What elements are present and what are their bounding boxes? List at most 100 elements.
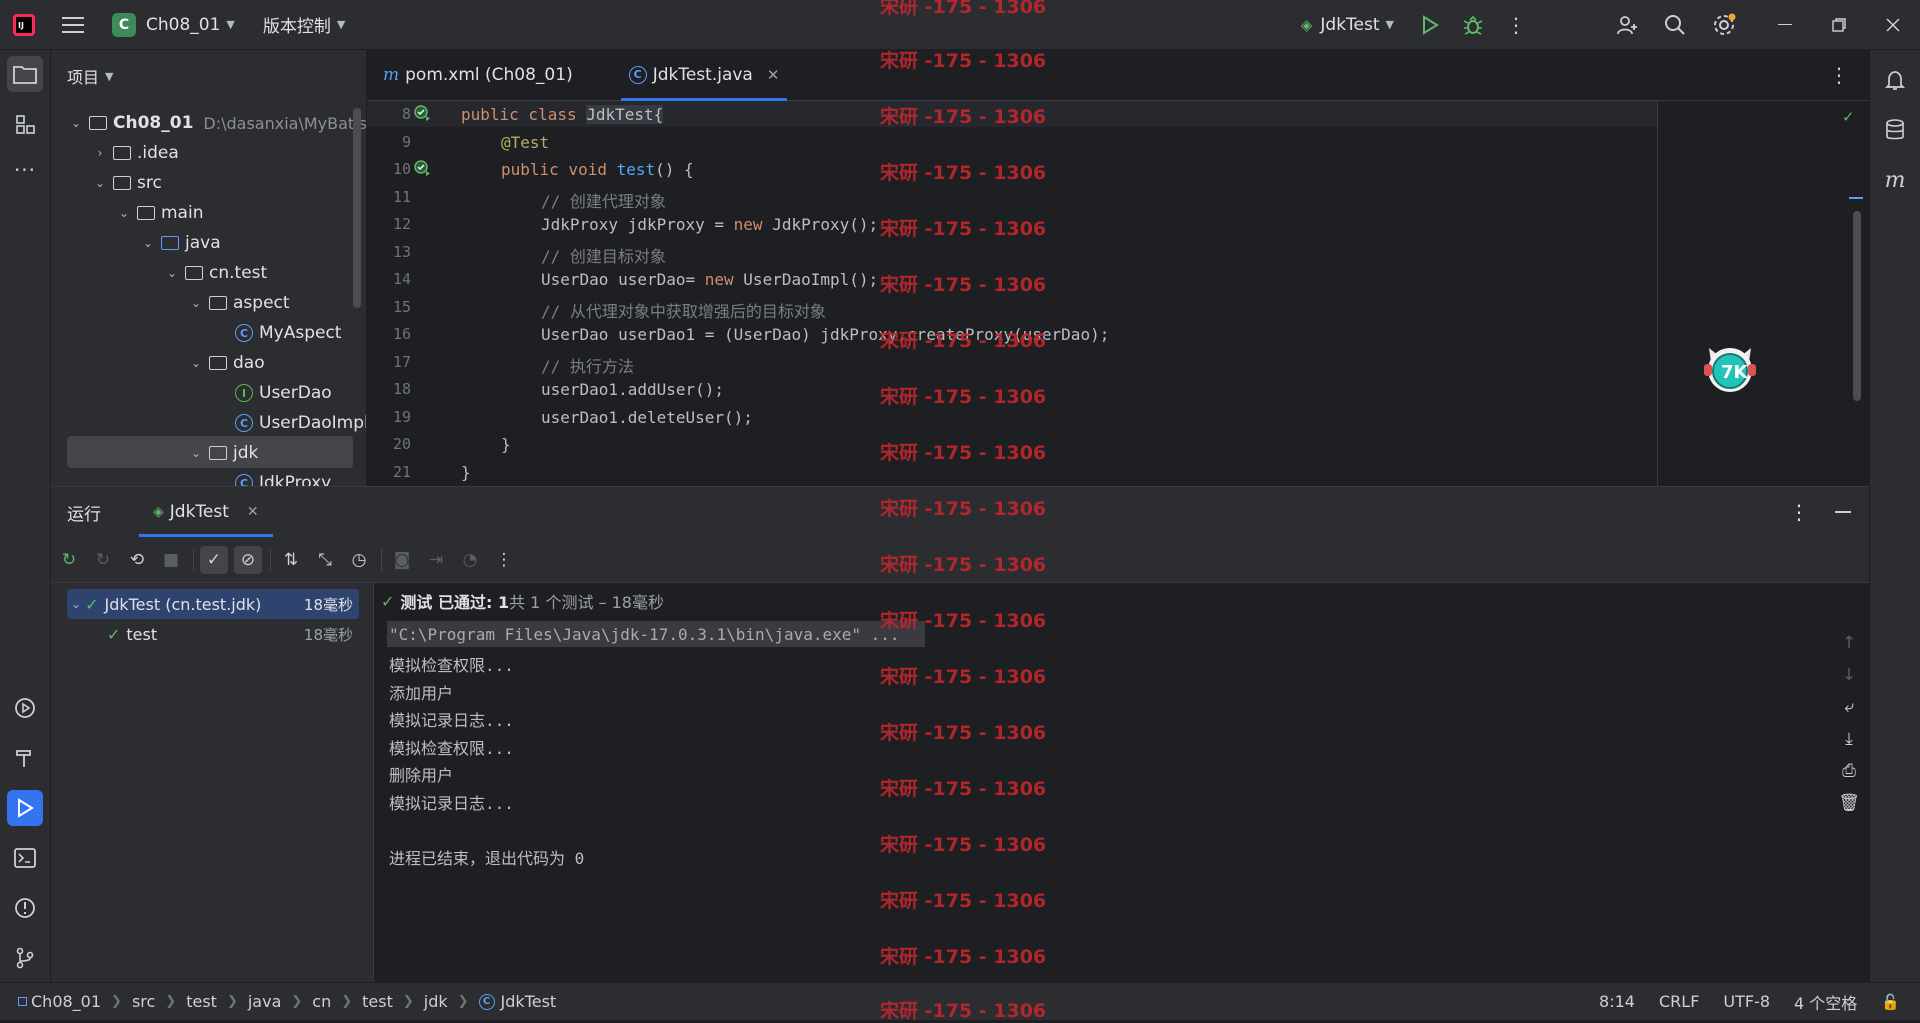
more-options-icon[interactable]: ⋮	[1789, 500, 1809, 524]
test-row-method[interactable]: ✓ test 18毫秒	[67, 619, 359, 649]
scroll-down-icon[interactable]: ↓	[1842, 665, 1856, 685]
add-user-icon[interactable]	[1616, 0, 1638, 49]
camera-icon[interactable]: ◙	[388, 546, 416, 574]
class-icon: C	[235, 414, 253, 432]
search-icon[interactable]	[1664, 0, 1686, 49]
tab-run-jdktest[interactable]: ◈ JdkTest ✕	[139, 487, 273, 537]
test-row-class[interactable]: ⌄ ✓ JdkTest (cn.test.jdk) 18毫秒	[67, 589, 359, 619]
tab-pom-xml[interactable]: m pom.xml (Ch08_01)	[367, 49, 589, 100]
editor-scrollbar[interactable]	[1853, 211, 1861, 401]
run-test-gutter-icon[interactable]	[413, 159, 431, 181]
file-encoding[interactable]: UTF-8	[1723, 992, 1770, 1011]
app-logo-icon[interactable]: IJ	[12, 0, 36, 49]
database-tool-icon[interactable]	[1877, 112, 1913, 148]
run-button[interactable]	[1420, 0, 1440, 49]
chevron-right-icon: ❯	[111, 994, 122, 1009]
code-line-21: }	[461, 463, 471, 482]
tree-item-cn-test[interactable]: ⌄ cn.test	[163, 258, 267, 288]
restore-window-icon[interactable]	[1832, 0, 1846, 49]
tree-item-jdk[interactable]: ⌄ jdk	[187, 438, 258, 468]
chevron-right-icon: ❯	[291, 994, 303, 1009]
breadcrumb-item[interactable]: java	[248, 992, 282, 1011]
more-toolbar-icon[interactable]: ⋮	[490, 546, 518, 574]
scroll-up-icon[interactable]: ↑	[1842, 633, 1856, 653]
notifications-bell-icon[interactable]	[1877, 62, 1913, 98]
vcs-selector[interactable]: 版本控制 ▼	[263, 0, 345, 49]
tree-item-jdkproxy[interactable]: C JdkProxy	[235, 468, 331, 486]
tabs-more-icon[interactable]: ⋮	[1829, 49, 1869, 100]
rerun-icon[interactable]: ↻	[55, 546, 83, 574]
show-ignored-icon[interactable]: ⊘	[234, 545, 262, 574]
maven-tool-icon[interactable]: m	[1877, 162, 1913, 198]
breadcrumb-item[interactable]: src	[132, 992, 155, 1011]
build-hammer-icon[interactable]	[7, 740, 43, 776]
minimize-window-icon[interactable]	[1778, 0, 1792, 49]
tree-item-myaspect[interactable]: C MyAspect	[235, 318, 341, 348]
console-line: 进程已结束，退出代码为 0	[389, 849, 585, 868]
tree-item-aspect[interactable]: ⌄ aspect	[187, 288, 290, 318]
close-tab-icon[interactable]: ✕	[247, 504, 259, 520]
breadcrumb-item[interactable]: jdk	[424, 992, 448, 1011]
close-tab-icon[interactable]: ✕	[767, 66, 780, 84]
tree-item-userdaoimpl[interactable]: C UserDaoImpl	[235, 408, 366, 438]
tree-item-dao[interactable]: ⌄ dao	[187, 348, 265, 378]
breadcrumb-item[interactable]: cn	[312, 992, 331, 1011]
tree-item-idea[interactable]: › .idea	[91, 138, 179, 168]
clear-trash-icon[interactable]: 🗑	[1838, 793, 1860, 813]
run-config-selector[interactable]: ◈ JdkTest ▼	[1301, 0, 1394, 49]
more-tools-icon[interactable]: ···	[7, 152, 43, 188]
structure-tool-icon[interactable]	[7, 106, 43, 142]
project-panel-header[interactable]: 项目 ▼	[51, 50, 366, 102]
git-tool-icon[interactable]	[7, 940, 43, 976]
tree-item-java[interactable]: ⌄ java	[139, 228, 221, 258]
chevron-down-icon: ⌄	[118, 206, 130, 220]
services-tool-icon[interactable]	[7, 690, 43, 726]
more-actions-icon[interactable]: ⋮	[1506, 0, 1526, 49]
rerun-failed-icon[interactable]: ↻	[89, 546, 117, 574]
line-number: 9	[401, 133, 411, 151]
tree-item-src[interactable]: ⌄ src	[91, 168, 162, 198]
line-number: 21	[392, 463, 411, 481]
code-editor[interactable]: 8 9 10 11 12 13 14 15 16 17 18 19 20 21 …	[367, 101, 1869, 486]
terminal-tool-icon[interactable]	[7, 840, 43, 876]
sort-icon[interactable]: ⇅	[277, 546, 305, 574]
print-icon[interactable]: ⎙	[1842, 761, 1856, 781]
run-test-gutter-icon[interactable]	[413, 104, 431, 126]
tree-scrollbar[interactable]	[353, 108, 361, 308]
tree-item-root[interactable]: ⌄ Ch08_01 D:\dasanxia\MyBatis\	[67, 108, 366, 138]
read-only-toggle-icon[interactable]: 🔓	[1881, 993, 1900, 1011]
collapse-all-icon[interactable]: ⤡	[311, 546, 339, 574]
close-window-icon[interactable]	[1886, 0, 1900, 49]
console-line: 删除用户	[389, 766, 454, 785]
breadcrumb-item[interactable]: test	[186, 992, 217, 1011]
problems-tool-icon[interactable]	[7, 890, 43, 926]
breadcrumb-item[interactable]: test	[362, 992, 393, 1011]
main-menu-icon[interactable]	[62, 0, 84, 49]
run-tool-icon[interactable]	[7, 790, 43, 826]
project-tool-icon[interactable]	[7, 56, 43, 92]
line-separator[interactable]: CRLF	[1659, 992, 1699, 1011]
debug-button[interactable]	[1462, 0, 1484, 49]
tree-item-userdao[interactable]: I UserDao	[235, 378, 332, 408]
settings-gear-icon[interactable]	[1712, 0, 1736, 49]
scroll-to-end-icon[interactable]: ⤓	[1845, 729, 1853, 749]
mascot-cat-icon[interactable]: 7K	[1701, 338, 1759, 396]
tree-item-main[interactable]: ⌄ main	[115, 198, 204, 228]
breadcrumb-item[interactable]: JdkTest	[501, 992, 557, 1011]
project-selector[interactable]: C Ch08_01 ▼	[112, 0, 235, 49]
soft-wrap-icon[interactable]: ⤶	[1844, 697, 1854, 717]
import-tests-icon[interactable]: ⇥	[422, 546, 450, 574]
breadcrumb-item[interactable]: Ch08_01	[31, 992, 101, 1011]
toggle-auto-test-icon[interactable]: ⟲	[123, 546, 151, 574]
inspection-ok-icon[interactable]: ✓	[1843, 107, 1853, 127]
cursor-position[interactable]: 8:14	[1599, 992, 1635, 1011]
hide-panel-icon[interactable]	[1835, 511, 1851, 513]
stop-icon[interactable]: ■	[157, 546, 185, 574]
show-passed-icon[interactable]: ✓	[200, 545, 228, 574]
console-output[interactable]: ✓ 测试 已通过: 1 共 1 个测试 – 18毫秒 "C:\Program F…	[375, 583, 1869, 983]
tab-jdktest-java[interactable]: C JdkTest.java ✕	[613, 49, 796, 101]
coverage-icon[interactable]: ◔	[456, 546, 484, 574]
test-results-tree: ⌄ ✓ JdkTest (cn.test.jdk) 18毫秒 ✓ test 18…	[51, 583, 374, 983]
indent-setting[interactable]: 4 个空格	[1794, 990, 1857, 1014]
test-history-icon[interactable]: ◷	[345, 546, 373, 574]
